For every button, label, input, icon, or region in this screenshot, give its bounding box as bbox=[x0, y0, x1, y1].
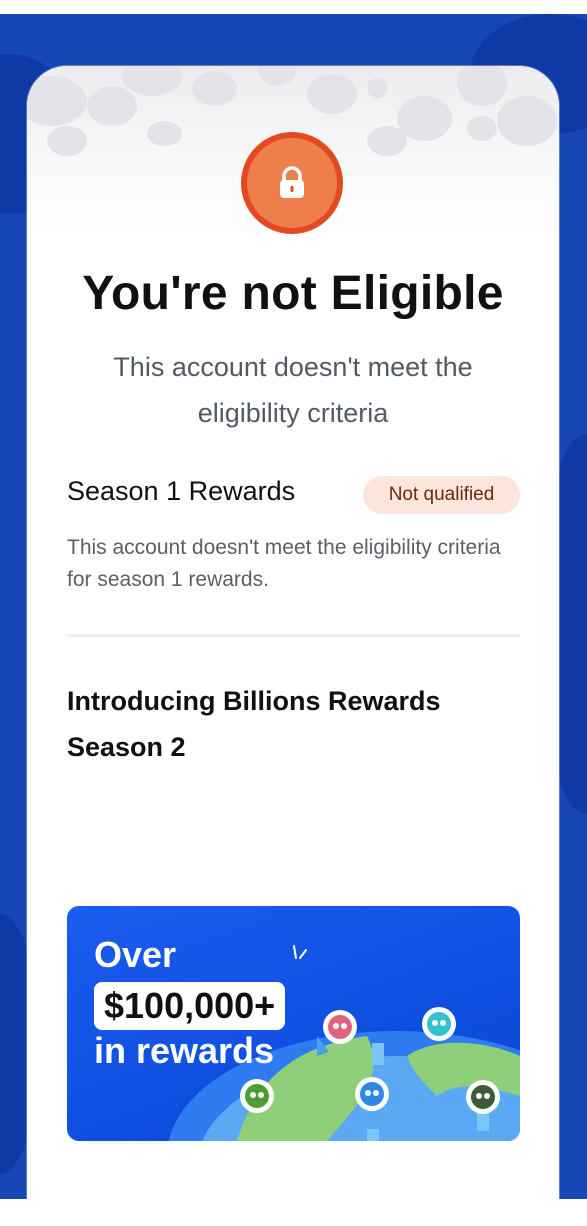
page-subtitle: This account doesn't meet the eligibilit… bbox=[113, 352, 473, 428]
rewards-banner[interactable]: Over $100,000+ in rewards bbox=[67, 906, 520, 1141]
eligibility-card: You're not Eligible This account doesn't… bbox=[27, 66, 559, 1226]
sparkle-icon bbox=[293, 945, 307, 959]
lock-badge bbox=[241, 132, 343, 234]
banner-line1: Over bbox=[94, 934, 177, 975]
season1-description: This account doesn't meet the eligibilit… bbox=[67, 536, 501, 591]
banner-line3: in rewards bbox=[94, 1030, 275, 1071]
divider bbox=[67, 634, 520, 637]
status-badge: Not qualified bbox=[363, 476, 520, 514]
lock-icon bbox=[280, 166, 304, 198]
banner-amount: $100,000+ bbox=[94, 982, 286, 1030]
page-title: You're not Eligible bbox=[82, 267, 504, 320]
season1-title: Season 1 Rewards bbox=[67, 476, 296, 506]
season2-title: Introducing Billions Rewards Season 2 bbox=[67, 686, 441, 762]
